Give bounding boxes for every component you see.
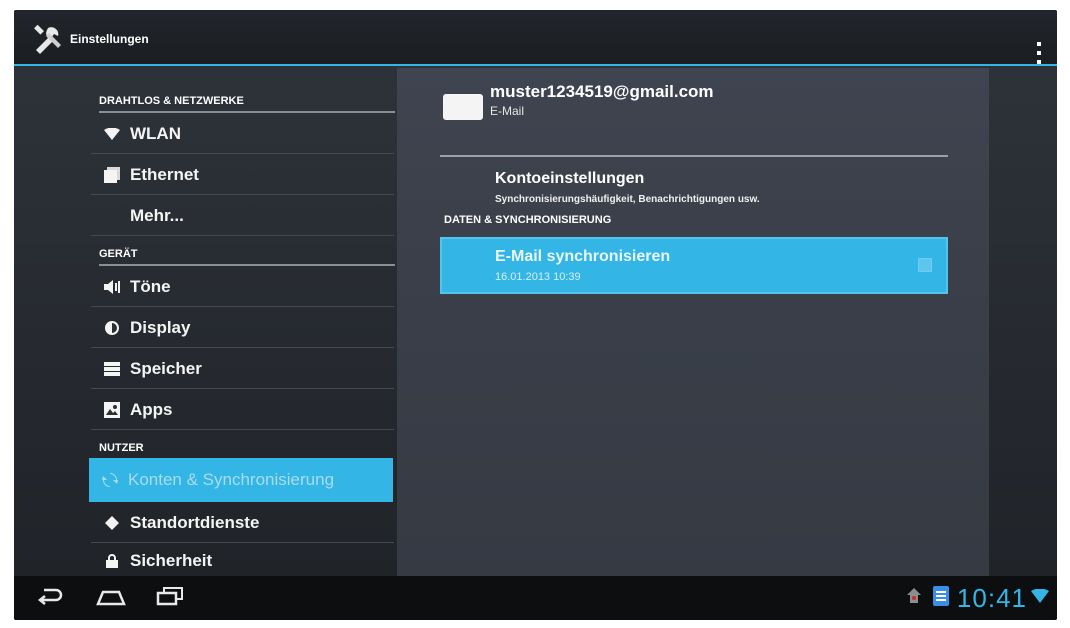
- sidebar-item-display[interactable]: Display: [91, 308, 394, 348]
- section-header-device: GERÄT: [99, 248, 395, 266]
- sidebar-item-label: Ethernet: [130, 164, 199, 184]
- email-sync-item[interactable]: E-Mail synchronisieren 16.01.2013 10:39: [440, 237, 948, 294]
- wifi-signal-icon: [1031, 588, 1049, 608]
- divider: [440, 155, 948, 157]
- navigation-bar: 10:41: [14, 576, 1057, 620]
- notification-icon[interactable]: [905, 587, 923, 610]
- brightness-icon: [103, 319, 121, 337]
- sidebar-item-ethernet[interactable]: Ethernet: [91, 155, 394, 195]
- account-email: muster1234519@gmail.com: [490, 82, 714, 101]
- section-header-data-sync: DATEN & SYNCHRONISIERUNG: [444, 214, 612, 226]
- back-icon[interactable]: [36, 586, 64, 611]
- account-settings-item[interactable]: Kontoeinstellungen Synchronisierungshäuf…: [440, 158, 948, 210]
- tools-icon[interactable]: [32, 24, 66, 54]
- lock-icon: [103, 552, 121, 570]
- sidebar-item-label: Sicherheit: [130, 551, 213, 570]
- account-settings-subtitle: Synchronisierungshäufigkeit, Benachricht…: [495, 194, 760, 205]
- blank-icon: [103, 207, 121, 225]
- sidebar-item-storage[interactable]: Speicher: [91, 349, 394, 389]
- sidebar-item-wlan[interactable]: WLAN: [91, 114, 394, 154]
- sidebar-item-label: Konten & Synchronisierung: [128, 470, 335, 489]
- sidebar-item-label: WLAN: [130, 123, 181, 143]
- home-icon[interactable]: [96, 586, 126, 611]
- sidebar-item-accounts-sync[interactable]: Konten & Synchronisierung: [89, 458, 393, 502]
- sync-checkbox[interactable]: [918, 258, 932, 272]
- ethernet-icon: [103, 166, 121, 184]
- sidebar-item-label: Display: [130, 317, 191, 337]
- location-icon: [103, 514, 121, 532]
- action-bar: Einstellungen: [14, 10, 1057, 66]
- sidebar-item-label: Standortdienste: [130, 512, 260, 532]
- clock: 10:41: [956, 582, 1027, 613]
- sidebar-item-sounds[interactable]: Töne: [91, 267, 394, 307]
- overflow-menu-icon[interactable]: [1037, 42, 1043, 64]
- status-area[interactable]: 10:41: [905, 580, 1049, 616]
- sidebar-item-more[interactable]: Mehr...: [91, 196, 394, 236]
- sidebar-item-label: Mehr...: [130, 205, 184, 225]
- app-title: Einstellungen: [70, 32, 149, 46]
- sidebar-item-location[interactable]: Standortdienste: [91, 503, 394, 543]
- account-type: E-Mail: [490, 104, 525, 118]
- section-header-user: NUTZER: [99, 442, 144, 454]
- speaker-icon: [103, 278, 121, 296]
- account-detail-pane: muster1234519@gmail.com E-Mail Kontoeins…: [397, 68, 989, 576]
- settings-list: DRAHTLOS & NETZWERKE WLAN Ethernet Mehr.…: [89, 68, 395, 578]
- sidebar-item-security[interactable]: Sicherheit: [91, 544, 394, 578]
- wifi-icon: [103, 125, 121, 143]
- email-sync-title: E-Mail synchronisieren: [495, 248, 671, 265]
- apps-icon: [103, 401, 121, 419]
- sidebar-item-label: Speicher: [130, 358, 202, 378]
- account-settings-title: Kontoeinstellungen: [495, 170, 645, 187]
- sidebar-item-apps[interactable]: Apps: [91, 390, 394, 430]
- storage-icon: [103, 360, 121, 378]
- recent-apps-icon[interactable]: [156, 586, 184, 611]
- email-sync-time: 16.01.2013 10:39: [495, 271, 581, 283]
- sync-icon: [101, 471, 119, 489]
- sidebar-item-label: Apps: [130, 399, 173, 419]
- email-account-icon: [443, 94, 483, 120]
- tablet-screen: Einstellungen DRAHTLOS & NETZWERKE WLAN …: [14, 10, 1057, 620]
- section-header-wireless: DRAHTLOS & NETZWERKE: [99, 95, 395, 113]
- sidebar-item-label: Töne: [130, 276, 171, 296]
- app-notification-icon[interactable]: [932, 585, 949, 611]
